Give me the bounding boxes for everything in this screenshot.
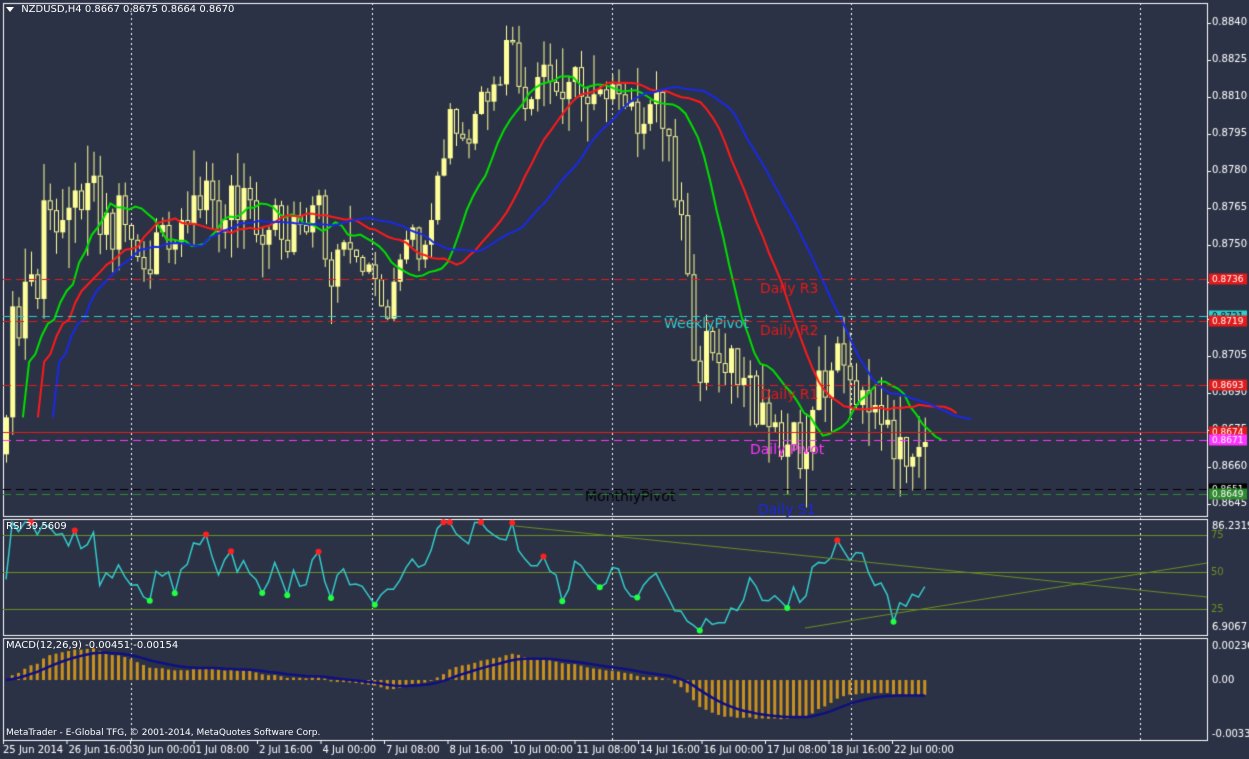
symbol-name: NZDUSD,H4 bbox=[21, 4, 82, 15]
rsi-title: RSI 39.5609 bbox=[6, 521, 67, 532]
chevron-down-icon[interactable] bbox=[6, 6, 14, 12]
copyright-text: MetaTrader - E-Global TFG, © 2001-2014, … bbox=[6, 728, 321, 738]
price-chart[interactable] bbox=[0, 0, 1249, 759]
symbol-header: NZDUSD,H4 0.8667 0.8675 0.8664 0.8670 bbox=[6, 4, 234, 15]
macd-title: MACD(12,26,9) -0.00451 -0.00154 bbox=[6, 640, 179, 651]
ohlc-values: 0.8667 0.8675 0.8664 0.8670 bbox=[84, 4, 235, 15]
